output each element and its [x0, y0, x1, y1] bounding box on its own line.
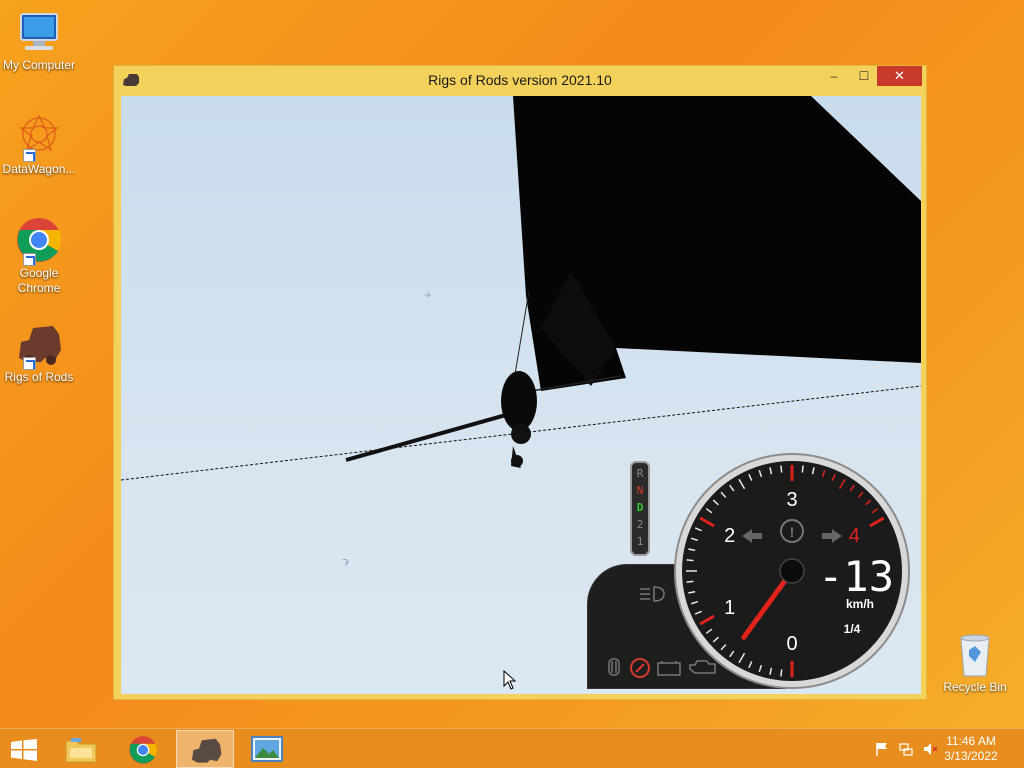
gear-selector: R N D 2 1: [630, 461, 650, 556]
computer-icon: [15, 8, 63, 56]
gauge-hub: [779, 558, 805, 584]
desktop-icon-label: Recycle Bin: [943, 680, 1007, 694]
desktop-icon-recycle-bin[interactable]: Recycle Bin: [936, 632, 1014, 695]
gear-r: R: [636, 467, 644, 480]
shortcut-arrow-icon: [23, 357, 36, 370]
image-viewer-icon: [251, 736, 283, 767]
distant-debris: [423, 290, 431, 298]
gauge-number: 4: [849, 525, 860, 547]
game-viewport[interactable]: R N D 2 1 0 1 2 3 4 ! -13 km/h 1/4: [121, 96, 921, 694]
desktop-icon-datawagon[interactable]: DataWagon...: [0, 112, 78, 177]
gear-ratio-label: 1/4: [844, 622, 861, 636]
gauge-number: 3: [786, 489, 797, 511]
taskbar-chrome[interactable]: [114, 730, 172, 768]
taskbar-rigs-of-rods[interactable]: [176, 730, 234, 768]
gauge-number: 1: [724, 597, 735, 619]
gear-1: 1: [636, 535, 644, 548]
maximize-button[interactable]: ☐: [850, 66, 878, 86]
start-button[interactable]: [0, 730, 48, 768]
rigs-of-rods-icon: [15, 320, 63, 370]
window-titlebar[interactable]: Rigs of Rods version 2021.10 – ☐ ✕: [114, 66, 926, 95]
traction-icon: [604, 657, 624, 682]
minimize-button[interactable]: –: [820, 66, 848, 86]
desktop-icon-label: Rigs of Rods: [4, 370, 74, 384]
file-explorer-icon: [65, 736, 97, 768]
speed-limiter-icon: [629, 657, 651, 684]
taskbar-clock[interactable]: 11:46 AM 3/13/2022: [936, 734, 1006, 764]
desktop-icon-rigs-of-rods[interactable]: Rigs of Rods: [0, 320, 78, 385]
shortcut-arrow-icon: [23, 253, 36, 266]
taskbar: 11:46 AM 3/13/2022: [0, 728, 1024, 768]
gauge-minor-tick: [686, 559, 694, 562]
gauge-minor-tick: [780, 465, 783, 473]
desktop-icon-label: My Computer: [2, 58, 76, 72]
speed-unit-label: km/h: [846, 597, 874, 611]
start-icon: [10, 739, 38, 766]
chrome-icon: [128, 735, 158, 768]
close-button[interactable]: ✕: [877, 66, 922, 86]
gauge-number: 2: [724, 525, 735, 547]
desktop-icon-my-computer[interactable]: My Computer: [0, 8, 78, 73]
recycle-bin-icon: [955, 632, 995, 678]
svg-text:!: !: [790, 524, 795, 540]
gauge-number: 0: [786, 633, 797, 655]
gear-2: 2: [636, 518, 644, 531]
headlight-icon: [638, 585, 666, 608]
distant-debris: [341, 559, 349, 567]
action-center-flag-icon[interactable]: [874, 741, 890, 757]
chrome-icon: [15, 216, 63, 266]
mouse-cursor-icon: [503, 669, 517, 695]
gauge-minor-tick: [686, 580, 694, 583]
network-icon[interactable]: [898, 741, 914, 757]
rigs-of-rods-icon: [189, 736, 223, 768]
gear-d: D: [636, 501, 644, 514]
clock-date: 3/13/2022: [944, 749, 998, 763]
gear-n: N: [636, 484, 644, 497]
desktop-icon-label: DataWagon...: [2, 162, 76, 176]
gauge-minor-tick: [801, 465, 804, 473]
window-title: Rigs of Rods version 2021.10: [428, 72, 612, 88]
clock-time: 11:46 AM: [946, 734, 996, 748]
desktop-icon-label: Google Chrome: [17, 266, 61, 295]
shortcut-arrow-icon: [23, 149, 36, 162]
app-window[interactable]: Rigs of Rods version 2021.10 – ☐ ✕ R N D…: [113, 65, 927, 700]
speedometer-gauge: 0 1 2 3 4 ! -13 km/h 1/4: [674, 453, 910, 689]
desktop-icon-google-chrome[interactable]: Google Chrome: [0, 216, 78, 296]
taskbar-file-explorer[interactable]: [52, 730, 110, 768]
taskbar-image-viewer[interactable]: [238, 730, 296, 768]
gauge-minor-tick: [780, 669, 783, 677]
speed-readout: -13: [818, 552, 894, 601]
datawagon-icon: [15, 112, 63, 162]
